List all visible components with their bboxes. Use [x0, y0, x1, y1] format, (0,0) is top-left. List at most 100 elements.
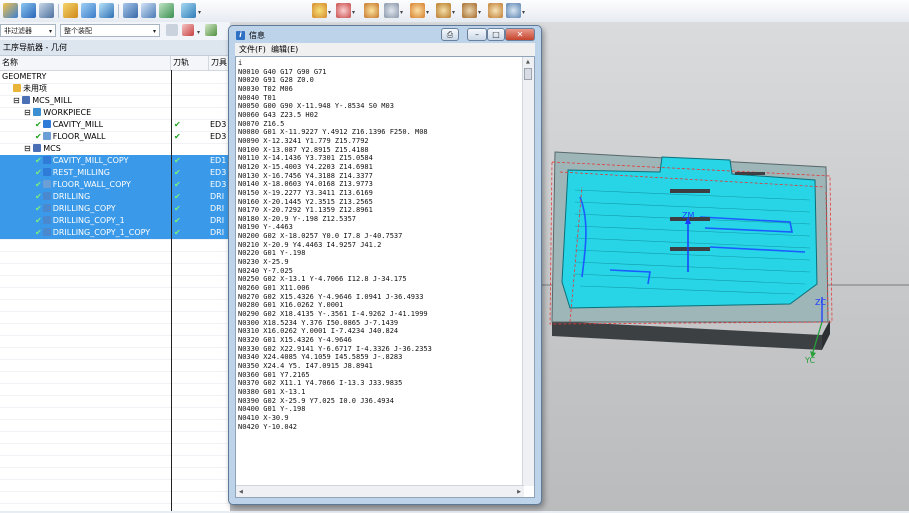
nc-line: N0250 G02 X-13.1 Y-4.7066 I12.8 J-34.175 — [238, 275, 407, 284]
section-view-icon[interactable] — [410, 3, 425, 18]
tree-row-name: ✔ DRILLING_COPY_1 — [35, 215, 125, 227]
navigator-title: 工序导航器 - 几何 — [0, 40, 230, 56]
nc-line: N0060 G43 Z23.5 H02 — [238, 110, 319, 119]
tree-row-label: 未用项 — [23, 84, 47, 93]
column-tool[interactable]: 刀具 — [209, 56, 230, 70]
rotate-icon[interactable] — [506, 3, 521, 18]
fit-view-icon[interactable] — [462, 3, 477, 18]
nc-line: N0220 G01 Y-.198 — [238, 249, 306, 258]
machine-tool-view-icon[interactable] — [81, 3, 96, 18]
tree-row-name: ⊟ MCS — [24, 143, 61, 155]
info-window[interactable]: i 信息 ⎙ – □ ✕ 文件(F) 编辑(E) i N0010 G40 G17 … — [228, 25, 542, 505]
expand-toggle-icon[interactable]: ⊟ — [24, 108, 33, 117]
nc-line: N0210 X-20.9 Y4.4463 I4.9257 J41.2 — [238, 240, 382, 249]
nc-line: N0190 Y-.4463 — [238, 223, 293, 232]
nc-line: N0170 X-20.7292 Y1.1359 Z12.8961 — [238, 206, 373, 215]
column-divider — [171, 70, 172, 511]
chevron-down-icon[interactable]: ▾ — [352, 9, 355, 16]
program-order-view-icon[interactable] — [63, 3, 78, 18]
filter-icon[interactable] — [166, 24, 178, 36]
operation-navigator: 工序导航器 - 几何 名称 刀轨 刀具 GEOMETRY 未用项 ⊟ MCS_MIL… — [0, 40, 230, 511]
scroll-up-icon[interactable]: ▲ — [526, 59, 530, 65]
chevron-down-icon[interactable]: ▾ — [522, 9, 525, 16]
chevron-down-icon[interactable]: ▾ — [478, 9, 481, 16]
nc-line: N0400 G01 Y-.198 — [238, 405, 306, 414]
status-check-icon: ✔ — [35, 180, 42, 189]
chevron-down-icon[interactable]: ▾ — [198, 9, 201, 16]
selection-filter-icon[interactable] — [182, 24, 194, 36]
edge-style-icon[interactable] — [364, 3, 379, 18]
tree-row-name: ✔ FLOOR_WALL_COPY — [35, 179, 131, 191]
toolpath-status-icon: ✔ — [174, 120, 181, 129]
workpiece-icon — [33, 108, 42, 116]
vertical-scrollbar[interactable]: ▲ — [522, 57, 534, 486]
expand-toggle-icon[interactable]: ⊟ — [24, 144, 33, 153]
nc-line: N0260 G01 X11.006 — [238, 284, 310, 293]
toolpath-status-icon: ✔ — [174, 156, 181, 165]
menu-file[interactable]: 文件(F) — [239, 43, 266, 56]
chevron-down-icon[interactable]: ▾ — [197, 29, 200, 36]
status-check-icon: ✔ — [35, 228, 42, 237]
assembly-filter-select[interactable]: 整个装配 ▾ — [60, 24, 160, 37]
column-name[interactable]: 名称 — [0, 56, 171, 70]
orient-view-icon[interactable] — [384, 3, 399, 18]
status-check-icon: ✔ — [35, 132, 42, 141]
nc-line: N0420 Y-10.042 — [238, 422, 298, 431]
tree-row-name: 未用项 — [13, 83, 47, 95]
column-path[interactable]: 刀轨 — [171, 56, 209, 70]
replay-toolpath-icon[interactable] — [141, 3, 156, 18]
zoom-icon[interactable] — [488, 3, 503, 18]
create-geometry-icon[interactable] — [39, 3, 54, 18]
nc-line: N0320 G01 X15.4326 Y-4.9646 — [238, 336, 352, 344]
horizontal-scrollbar[interactable]: ◀ ▶ — [236, 485, 524, 497]
verify-toolpath-icon[interactable] — [159, 3, 174, 18]
nc-line: N0370 G02 X11.1 Y4.7066 I-13.3 J33.9835 — [238, 379, 403, 388]
chevron-down-icon[interactable]: ▾ — [426, 9, 429, 16]
nc-line: N0080 G01 X-11.9227 Y.4912 Z16.1396 F250… — [238, 128, 428, 137]
nc-line: N0280 G01 X16.0262 Y.0001 — [238, 301, 344, 310]
nc-line: N0380 G01 X-13.1 — [238, 387, 306, 396]
snap-view-icon[interactable] — [312, 3, 327, 18]
tree-row-label: CAVITY_MILL_COPY — [52, 156, 129, 165]
toolpath-status-icon: ✔ — [174, 228, 181, 237]
cavity-icon — [42, 168, 51, 176]
tree-row-name: ⊟ MCS_MILL — [13, 95, 72, 107]
close-button[interactable]: ✕ — [505, 28, 535, 41]
geometry-view-icon[interactable] — [99, 3, 114, 18]
nc-line: N0230 X-25.9 — [238, 258, 289, 267]
chevron-down-icon[interactable]: ▾ — [452, 9, 455, 16]
postprocess-icon[interactable] — [181, 3, 196, 18]
minimize-button[interactable]: – — [467, 28, 487, 41]
nc-line: N0130 X-16.7456 Y4.3188 Z14.3377 — [238, 171, 373, 180]
tree-row-label: DRILLING — [52, 192, 91, 201]
scroll-left-icon[interactable]: ◀ — [239, 489, 243, 495]
tree-row-label: REST_MILLING — [52, 168, 110, 177]
cavity-icon — [42, 120, 51, 128]
render-style-icon[interactable] — [336, 3, 351, 18]
mcs-icon — [22, 96, 31, 104]
wcs-icon[interactable] — [436, 3, 451, 18]
scroll-thumb[interactable] — [524, 68, 532, 80]
tree-row-tool: ED3 — [210, 168, 227, 177]
scroll-right-icon[interactable]: ▶ — [517, 489, 521, 495]
generate-toolpath-icon[interactable] — [123, 3, 138, 18]
tree-row-label: MCS — [43, 144, 61, 153]
tree-row-tool: DRI — [210, 204, 225, 213]
create-tool-icon[interactable] — [21, 3, 36, 18]
snap-point-icon[interactable] — [205, 24, 217, 36]
status-check-icon: ✔ — [35, 120, 42, 129]
tree-row-name: ✔ FLOOR_WALL — [35, 131, 106, 143]
drill-icon — [42, 204, 51, 212]
chevron-down-icon[interactable]: ▾ — [328, 9, 331, 16]
tree-row-tool: ED3 — [210, 132, 227, 141]
info-menubar: 文件(F) 编辑(E) — [235, 43, 535, 56]
print-button[interactable]: ⎙ — [441, 28, 459, 41]
toolpath-status-icon: ✔ — [174, 132, 181, 141]
create-program-icon[interactable] — [3, 3, 18, 18]
chevron-down-icon[interactable]: ▾ — [400, 9, 403, 16]
maximize-button[interactable]: □ — [487, 28, 505, 41]
type-filter-select[interactable]: 非过滤器 ▾ — [0, 24, 56, 37]
menu-edit[interactable]: 编辑(E) — [271, 43, 298, 56]
info-text-area[interactable]: i N0010 G40 G17 G90 G71 N0020 G91 G28 Z0.0… — [235, 56, 535, 498]
expand-toggle-icon[interactable]: ⊟ — [13, 96, 22, 105]
